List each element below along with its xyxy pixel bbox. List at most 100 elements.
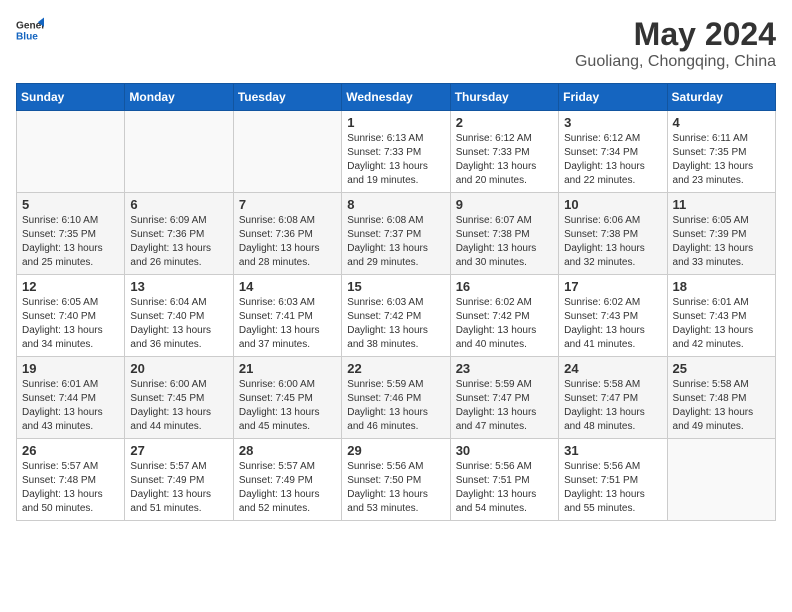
day-info: Sunrise: 6:10 AM Sunset: 7:35 PM Dayligh… [22,214,119,270]
day-info: Sunrise: 5:56 AM Sunset: 7:51 PM Dayligh… [564,460,661,516]
calendar-cell: 11Sunrise: 6:05 AM Sunset: 7:39 PM Dayli… [667,193,775,275]
calendar-week-3: 12 Sunrise: 6:05 AM Sunset: 7:40 PM Dayli… [17,275,776,357]
day-info: Sunrise: 6:02 AM Sunset: 7:42 PM Dayligh… [456,296,553,352]
calendar-cell: 8Sunrise: 6:08 AM Sunset: 7:37 PM Daylig… [342,193,450,275]
day-number: 5 [22,197,119,212]
day-info: Sunrise: 6:00 AM Sunset: 7:45 PM Dayligh… [239,378,336,434]
logo-icon: General Blue [16,16,44,44]
day-number: 26 [22,443,119,458]
day-number: 14 [239,279,336,294]
calendar-cell: 3 Sunrise: 6:12 AM Sunset: 7:34 PM Daylig… [559,111,667,193]
day-number: 22 [347,361,444,376]
calendar-cell: 12 Sunrise: 6:05 AM Sunset: 7:40 PM Dayli… [17,275,125,357]
day-info: Sunrise: 6:09 AM Sunset: 7:36 PM Dayligh… [130,214,227,270]
day-info: Sunrise: 6:12 AM Sunset: 7:34 PM Dayligh… [564,132,661,188]
day-number: 30 [456,443,553,458]
calendar-cell: 5 Sunrise: 6:10 AM Sunset: 7:35 PM Daylig… [17,193,125,275]
day-number: 7 [239,197,336,212]
day-info: Sunrise: 6:12 AM Sunset: 7:33 PM Dayligh… [456,132,553,188]
title-block: May 2024 Guoliang, Chongqing, China [575,16,776,71]
day-info: Sunrise: 6:03 AM Sunset: 7:41 PM Dayligh… [239,296,336,352]
day-info: Sunrise: 5:59 AM Sunset: 7:46 PM Dayligh… [347,378,444,434]
day-info: Sunrise: 5:58 AM Sunset: 7:48 PM Dayligh… [673,378,770,434]
calendar-cell [17,111,125,193]
day-info: Sunrise: 5:56 AM Sunset: 7:51 PM Dayligh… [456,460,553,516]
calendar-cell: 21 Sunrise: 6:00 AM Sunset: 7:45 PM Dayli… [233,357,341,439]
day-info: Sunrise: 6:00 AM Sunset: 7:45 PM Dayligh… [130,378,227,434]
calendar-cell: 31 Sunrise: 5:56 AM Sunset: 7:51 PM Dayli… [559,439,667,521]
day-number: 21 [239,361,336,376]
calendar-cell: 18 Sunrise: 6:01 AM Sunset: 7:43 PM Dayli… [667,275,775,357]
calendar-cell [125,111,233,193]
day-number: 3 [564,115,661,130]
calendar-cell: 13Sunrise: 6:04 AM Sunset: 7:40 PM Dayli… [125,275,233,357]
calendar-week-2: 5 Sunrise: 6:10 AM Sunset: 7:35 PM Daylig… [17,193,776,275]
calendar-cell: 9 Sunrise: 6:07 AM Sunset: 7:38 PM Daylig… [450,193,558,275]
calendar-cell: 14 Sunrise: 6:03 AM Sunset: 7:41 PM Dayli… [233,275,341,357]
day-info: Sunrise: 5:57 AM Sunset: 7:49 PM Dayligh… [130,460,227,516]
day-info: Sunrise: 6:05 AM Sunset: 7:40 PM Dayligh… [22,296,119,352]
page-header: General Blue May 2024 Guoliang, Chongqin… [16,16,776,71]
calendar-cell: 7 Sunrise: 6:08 AM Sunset: 7:36 PM Daylig… [233,193,341,275]
calendar-cell: 2 Sunrise: 6:12 AM Sunset: 7:33 PM Daylig… [450,111,558,193]
day-info: Sunrise: 5:56 AM Sunset: 7:50 PM Dayligh… [347,460,444,516]
day-info: Sunrise: 6:03 AM Sunset: 7:42 PM Dayligh… [347,296,444,352]
calendar-cell: 17 Sunrise: 6:02 AM Sunset: 7:43 PM Dayli… [559,275,667,357]
calendar-cell: 10Sunrise: 6:06 AM Sunset: 7:38 PM Dayli… [559,193,667,275]
calendar-cell: 27 Sunrise: 5:57 AM Sunset: 7:49 PM Dayli… [125,439,233,521]
weekday-header-thursday: Thursday [450,84,558,111]
day-info: Sunrise: 6:08 AM Sunset: 7:36 PM Dayligh… [239,214,336,270]
day-number: 2 [456,115,553,130]
location: Guoliang, Chongqing, China [575,53,776,71]
calendar-cell: 29 Sunrise: 5:56 AM Sunset: 7:50 PM Dayli… [342,439,450,521]
day-number: 15 [347,279,444,294]
calendar-cell: 24Sunrise: 5:58 AM Sunset: 7:47 PM Dayli… [559,357,667,439]
day-number: 23 [456,361,553,376]
weekday-header-friday: Friday [559,84,667,111]
day-number: 29 [347,443,444,458]
calendar-week-5: 26 Sunrise: 5:57 AM Sunset: 7:48 PM Dayli… [17,439,776,521]
calendar-cell: 6 Sunrise: 6:09 AM Sunset: 7:36 PM Daylig… [125,193,233,275]
calendar-cell: 30 Sunrise: 5:56 AM Sunset: 7:51 PM Dayli… [450,439,558,521]
day-info: Sunrise: 6:02 AM Sunset: 7:43 PM Dayligh… [564,296,661,352]
day-info: Sunrise: 6:01 AM Sunset: 7:43 PM Dayligh… [673,296,770,352]
weekday-header-tuesday: Tuesday [233,84,341,111]
calendar-cell: 4 Sunrise: 6:11 AM Sunset: 7:35 PM Daylig… [667,111,775,193]
day-number: 4 [673,115,770,130]
day-number: 24 [564,361,661,376]
day-number: 20 [130,361,227,376]
day-number: 1 [347,115,444,130]
logo: General Blue [16,16,44,44]
calendar-cell [233,111,341,193]
day-number: 25 [673,361,770,376]
weekday-header-wednesday: Wednesday [342,84,450,111]
day-number: 9 [456,197,553,212]
weekday-header-row: SundayMondayTuesdayWednesdayThursdayFrid… [17,84,776,111]
day-info: Sunrise: 5:59 AM Sunset: 7:47 PM Dayligh… [456,378,553,434]
weekday-header-saturday: Saturday [667,84,775,111]
day-number: 12 [22,279,119,294]
month-title: May 2024 [575,16,776,53]
day-number: 11 [673,197,770,212]
weekday-header-sunday: Sunday [17,84,125,111]
day-number: 6 [130,197,227,212]
svg-text:Blue: Blue [16,31,38,42]
weekday-header-monday: Monday [125,84,233,111]
calendar-week-4: 19 Sunrise: 6:01 AM Sunset: 7:44 PM Dayli… [17,357,776,439]
calendar-cell [667,439,775,521]
day-number: 16 [456,279,553,294]
calendar-cell: 26 Sunrise: 5:57 AM Sunset: 7:48 PM Dayli… [17,439,125,521]
calendar-cell: 1Sunrise: 6:13 AM Sunset: 7:33 PM Daylig… [342,111,450,193]
day-number: 19 [22,361,119,376]
day-info: Sunrise: 6:11 AM Sunset: 7:35 PM Dayligh… [673,132,770,188]
day-number: 17 [564,279,661,294]
calendar-cell: 19 Sunrise: 6:01 AM Sunset: 7:44 PM Dayli… [17,357,125,439]
day-number: 27 [130,443,227,458]
day-number: 8 [347,197,444,212]
day-number: 18 [673,279,770,294]
day-number: 31 [564,443,661,458]
day-info: Sunrise: 6:07 AM Sunset: 7:38 PM Dayligh… [456,214,553,270]
day-info: Sunrise: 6:01 AM Sunset: 7:44 PM Dayligh… [22,378,119,434]
day-info: Sunrise: 5:57 AM Sunset: 7:48 PM Dayligh… [22,460,119,516]
calendar-cell: 28Sunrise: 5:57 AM Sunset: 7:49 PM Dayli… [233,439,341,521]
